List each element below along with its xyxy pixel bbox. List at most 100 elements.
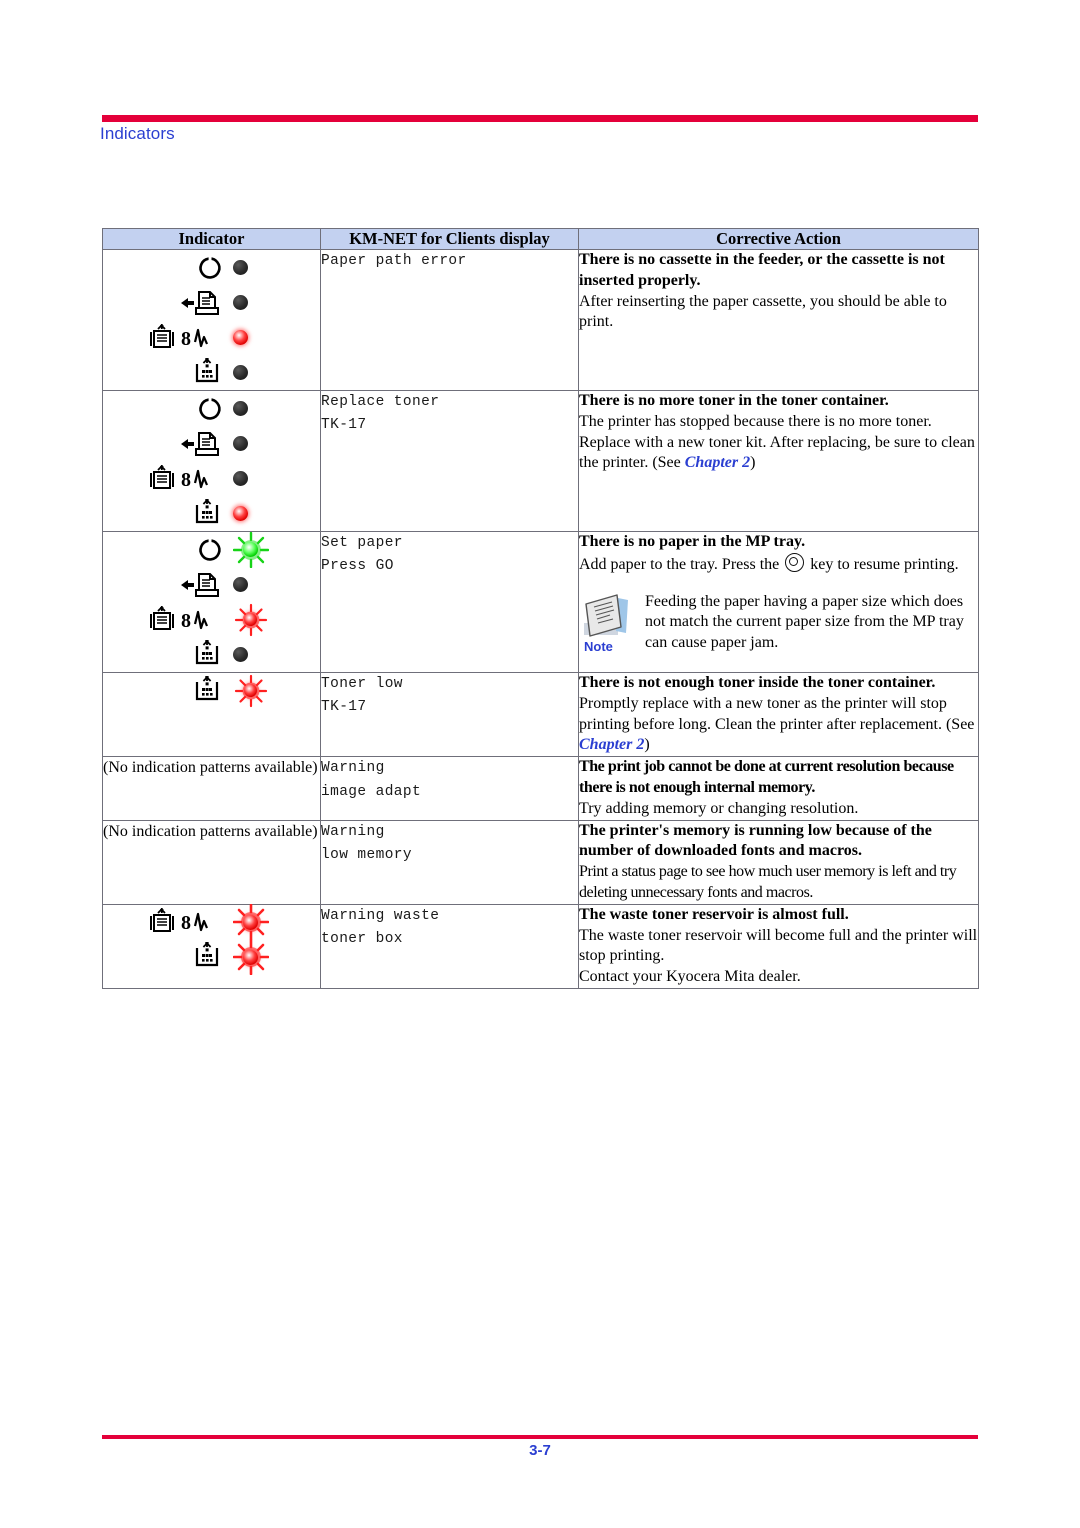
led-lamp-data — [232, 295, 277, 310]
display-cell: Warning low memory — [320, 819, 579, 905]
toner-icon — [137, 498, 233, 529]
svg-text:8: 8 — [181, 469, 191, 491]
action-body-tail: ) — [750, 454, 756, 472]
action-heading: The print job cannot be done at current … — [579, 758, 954, 796]
led-lamp-ready — [232, 401, 277, 416]
led-row-ready — [137, 250, 287, 285]
led-row-data — [137, 285, 287, 320]
led-lamp-attention — [232, 904, 277, 941]
action-body: After reinserting the paper cassette, yo… — [579, 292, 947, 331]
action-heading: There is no cassette in the feeder, or t… — [579, 251, 945, 289]
display-line: low memory — [321, 847, 413, 864]
chapter-link[interactable]: Chapter 2 — [685, 454, 750, 471]
data-paper-icon — [137, 571, 233, 599]
led-row-attention: 8 — [137, 602, 287, 637]
led-row-toner — [137, 939, 287, 976]
led-panel: 8 — [137, 531, 287, 672]
action-body-tail: ) — [644, 736, 650, 754]
table-row: 8 — [102, 903, 979, 989]
attention-jam-icon: 8 — [137, 605, 233, 635]
led-panel: 8 — [137, 391, 287, 531]
display-cell: Set paper Press GO — [320, 531, 579, 673]
indicator-cell: 8 — [102, 249, 321, 391]
action-body-text: The printer has stopped because there is… — [579, 412, 975, 472]
indicator-table: Indicator KM-NET for Clients display Cor… — [102, 228, 979, 989]
led-row-toner — [137, 496, 287, 531]
led-lamp-attention — [232, 330, 277, 345]
led-row-ready — [137, 391, 287, 426]
led-row-toner — [137, 637, 287, 672]
action-body: The waste toner reservoir will become fu… — [579, 926, 978, 986]
toner-icon — [137, 639, 233, 670]
chapter-link[interactable]: Chapter 2 — [579, 736, 644, 753]
running-head: Indicators — [100, 124, 175, 143]
led-lamp-ready — [232, 260, 277, 275]
led-row-toner — [137, 355, 287, 390]
svg-text:8: 8 — [181, 328, 191, 350]
table-row: 8 — [102, 390, 979, 532]
data-paper-icon — [137, 289, 233, 317]
toner-icon — [137, 942, 233, 972]
footer-rule — [102, 1435, 978, 1439]
display-line: Toner low — [321, 676, 403, 692]
display-line: image adapt — [321, 783, 422, 800]
indicator-cell: 8 — [102, 390, 321, 532]
led-lamp-attention — [233, 602, 277, 638]
led-panel: 8 — [137, 904, 287, 976]
action-heading: There is not enough toner inside the ton… — [579, 674, 936, 691]
led-lamp-toner — [233, 673, 277, 709]
led-lamp-attention — [232, 471, 277, 486]
led-lamp-data — [232, 577, 277, 592]
ready-icon — [137, 396, 233, 422]
led-row-data — [137, 567, 287, 602]
blinking-green-lamp — [232, 531, 269, 568]
action-body: Try adding memory or changing resolution… — [579, 799, 859, 817]
svg-text:8: 8 — [181, 912, 191, 934]
action-cell: There is no cassette in the feeder, or t… — [578, 249, 979, 391]
led-row-attention: 8 — [137, 320, 287, 355]
action-cell: The print job cannot be done at current … — [578, 756, 979, 821]
action-body-tail: key to resume printing. — [806, 555, 959, 573]
action-cell: The printer's memory is running low beca… — [578, 819, 979, 905]
table-row: 8 — [102, 249, 979, 391]
action-cell: The waste toner reservoir is almost full… — [578, 903, 979, 989]
data-paper-icon — [137, 430, 233, 458]
action-heading: There is no more toner in the toner cont… — [579, 392, 889, 409]
display-cell: Warning image adapt — [320, 756, 579, 821]
action-body: Promptly replace with a new toner as the… — [579, 694, 978, 756]
display-line: Paper path error — [321, 253, 467, 269]
blinking-red-lamp — [233, 673, 269, 709]
indicator-cell: 8 — [102, 531, 321, 673]
display-cell: Replace toner TK-17 — [320, 390, 579, 532]
led-row-attention: 8 — [137, 461, 287, 496]
toner-icon — [137, 675, 233, 706]
action-body: Print a status page to see how much user… — [579, 863, 957, 901]
note-box: Note Feeding the paper having a paper si… — [579, 590, 978, 654]
display-line: toner box — [321, 931, 403, 948]
action-cell: There is no paper in the MP tray. Add pa… — [578, 531, 979, 673]
led-lamp-ready — [232, 531, 277, 568]
attention-jam-icon: 8 — [137, 323, 233, 353]
action-body: The printer has stopped because there is… — [579, 412, 978, 474]
action-cell: There is no more toner in the toner cont… — [578, 390, 979, 532]
blinking-red-lamp — [232, 939, 269, 976]
table-row: (No indication patterns available) Warni… — [102, 819, 979, 905]
indicator-cell — [102, 671, 321, 758]
note-document-icon: Note — [579, 590, 645, 654]
display-line: Warning — [321, 760, 385, 777]
table-header-row: Indicator KM-NET for Clients display Cor… — [102, 228, 979, 250]
table-row: (No indication patterns available) Warni… — [102, 756, 979, 821]
attention-jam-icon: 8 — [137, 907, 233, 937]
action-heading: There is no paper in the MP tray. — [579, 533, 806, 550]
display-line: Set paper — [321, 535, 403, 551]
action-body-text: Add paper to the tray. Press the — [579, 555, 784, 573]
display-line: Replace toner — [321, 394, 440, 410]
display-cell: Warning waste toner box — [320, 903, 579, 989]
column-header-indicator: Indicator — [102, 228, 321, 250]
indicator-cell: (No indication patterns available) — [102, 756, 321, 821]
led-lamp-toner — [232, 939, 277, 976]
led-panel: 8 — [137, 250, 287, 390]
display-line: Warning waste — [321, 907, 440, 924]
led-panel — [137, 673, 287, 708]
toner-icon — [137, 357, 233, 388]
